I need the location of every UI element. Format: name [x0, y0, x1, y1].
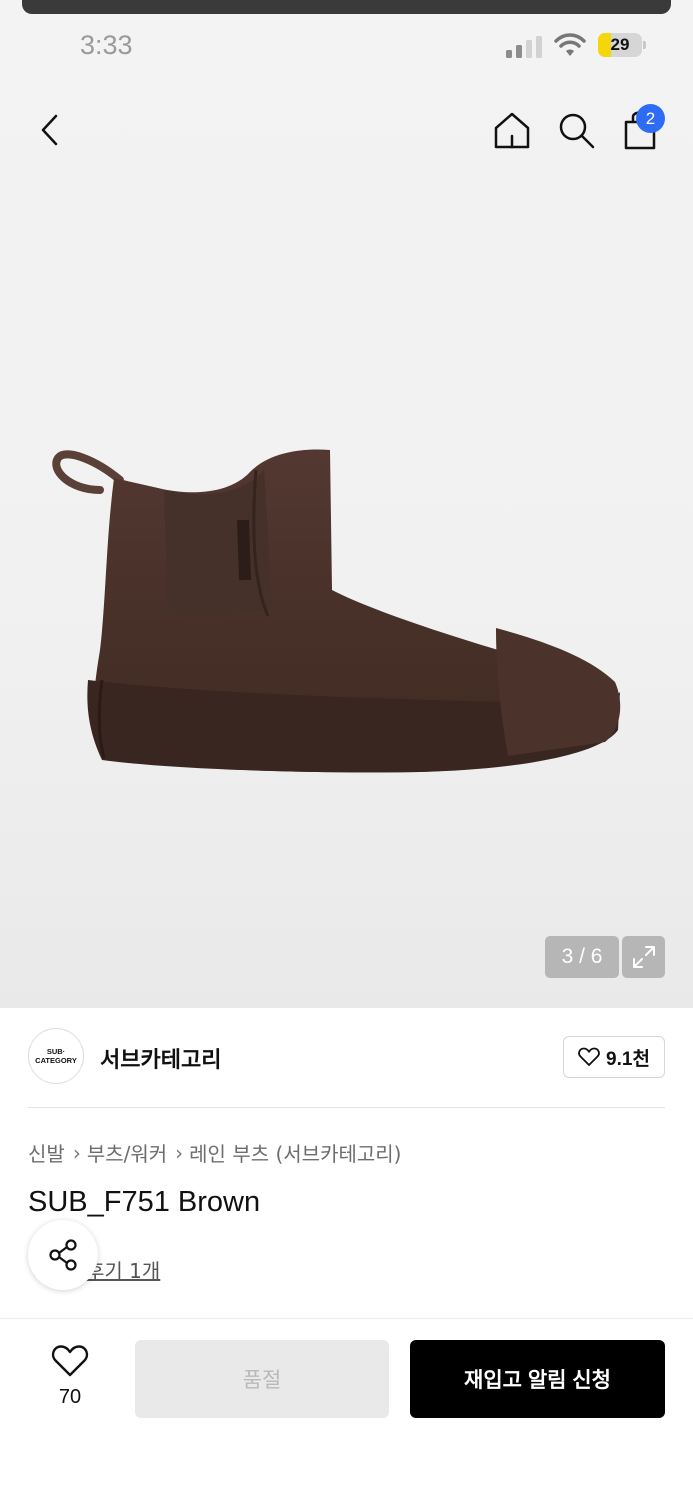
- share-icon: [49, 1239, 77, 1271]
- product-title: SUB_F751 Brown: [28, 1186, 261, 1218]
- expand-icon: [632, 946, 655, 968]
- search-icon: [559, 113, 595, 149]
- wishlist-count: 70: [58, 1386, 82, 1408]
- chevron-right-icon: ›: [72, 1140, 81, 1165]
- brand-logo-line1: SUB·: [46, 1047, 66, 1056]
- breadcrumb-item[interactable]: 레인 부츠 (서브카테고리): [189, 1138, 401, 1167]
- battery-indicator: 29: [598, 33, 646, 57]
- divider: [28, 1107, 665, 1108]
- status-bar: 3:33 29: [0, 28, 693, 68]
- expand-image-button[interactable]: [622, 936, 665, 978]
- chevron-left-icon: [41, 114, 58, 146]
- search-button[interactable]: [554, 108, 598, 152]
- home-icon: [494, 112, 530, 149]
- wishlist-button[interactable]: 70: [40, 1342, 100, 1412]
- brand-like-button[interactable]: 9.1천: [563, 1036, 665, 1078]
- chevron-right-icon: ›: [175, 1140, 184, 1165]
- product-image: [52, 449, 621, 773]
- brand-name[interactable]: 서브카테고리: [100, 1042, 221, 1074]
- breadcrumb-item[interactable]: 부츠/워커: [87, 1138, 167, 1167]
- home-button[interactable]: [490, 108, 534, 152]
- cart-count-badge: 2: [636, 104, 665, 133]
- battery-percent: 29: [610, 35, 630, 54]
- brand-logo-line2: CATEGORY: [35, 1056, 77, 1065]
- brand-like-count: 9.1천: [606, 1048, 650, 1070]
- heart-icon: [51, 1345, 89, 1377]
- restock-alert-button[interactable]: 재입고 알림 신청: [410, 1340, 665, 1418]
- cellular-signal-icon: [506, 36, 542, 58]
- heart-icon: [578, 1047, 600, 1066]
- device-top-bar: [22, 0, 671, 14]
- soldout-button[interactable]: 품절: [135, 1340, 389, 1418]
- breadcrumb: 신발 › 부츠/워커 › 레인 부츠 (서브카테고리): [28, 1138, 401, 1167]
- share-button[interactable]: [28, 1220, 98, 1290]
- image-counter: 3 / 6: [545, 936, 619, 978]
- breadcrumb-item[interactable]: 신발: [28, 1138, 65, 1167]
- brand-row: SUB· CATEGORY 서브카테고리 9.1천: [28, 1028, 665, 1086]
- back-button[interactable]: [30, 108, 70, 152]
- brand-logo[interactable]: SUB· CATEGORY: [28, 1028, 84, 1084]
- wifi-icon: [554, 33, 586, 56]
- status-time: 3:33: [80, 30, 133, 60]
